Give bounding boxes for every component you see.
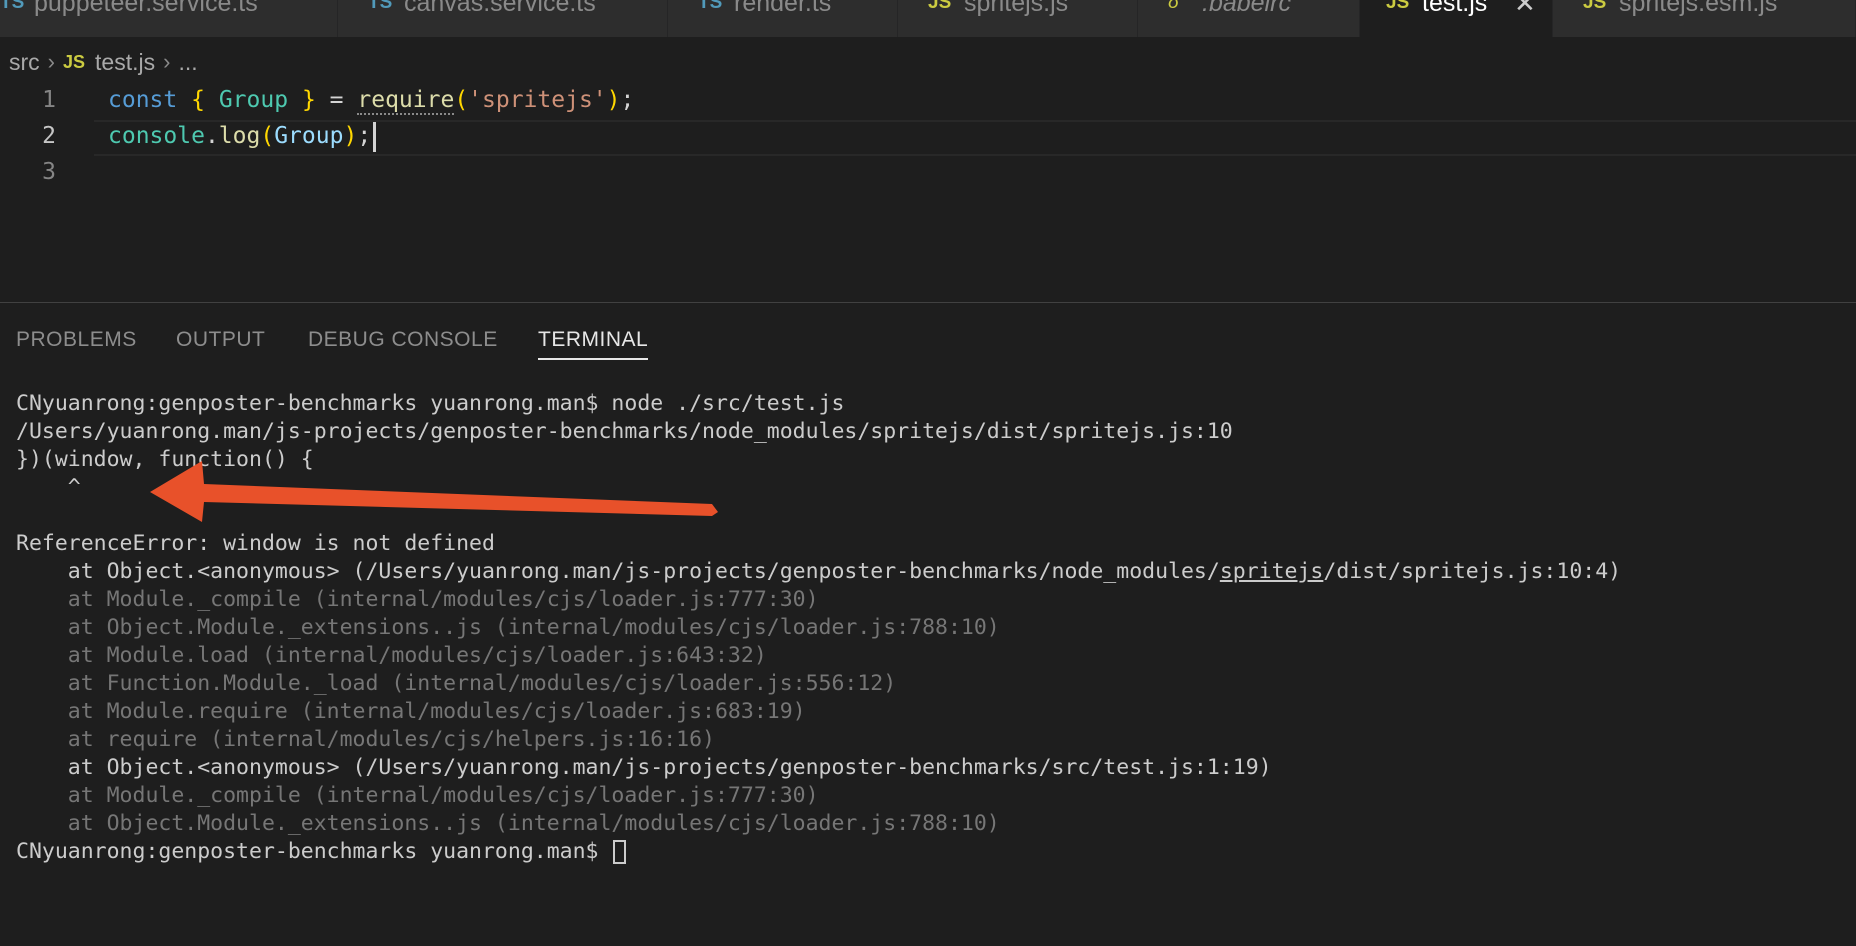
breadcrumb-folder[interactable]: src [9,47,40,77]
stack-frame: at Object.<anonymous> (/Users/yuanrong.m… [16,559,1622,584]
tab-label: puppeteer.service.ts [34,0,258,17]
babel-file-icon: δ [1168,0,1179,13]
code-line[interactable]: 2 console.log(Group); [0,118,1856,154]
tab-debug-console[interactable]: DEBUG CONSOLE [308,322,498,358]
chevron-right-icon: › [163,48,171,74]
code-line[interactable]: 3 [0,154,1856,190]
stack-frame: at Module.load (internal/modules/cjs/loa… [16,643,767,668]
error-message: ReferenceError: window is not defined [16,531,495,556]
typescript-file-icon: TS [368,0,393,13]
code-editor[interactable]: 1 const { Group } = require('spritejs');… [0,82,1856,302]
tab-problems[interactable]: PROBLEMS [16,322,137,358]
breadcrumb: src › JS test.js ›... [9,45,198,75]
stack-frame: at Module._compile (internal/modules/cjs… [16,587,819,612]
text-cursor [373,121,377,152]
editor-tab-bar: TS puppeteer.service.ts TS canvas.servic… [0,0,1856,37]
code-line[interactable]: 1 const { Group } = require('spritejs'); [0,82,1856,118]
tab-label: canvas.service.ts [404,0,596,17]
javascript-file-icon: JS [1386,0,1410,13]
javascript-file-icon: JS [928,0,952,13]
stack-frame: at Object.Module._extensions..js (intern… [16,811,1000,836]
stack-frame-link[interactable]: spritejs [1220,559,1324,584]
breadcrumb-more[interactable]: ... [178,47,197,77]
stack-frame: at Object.Module._extensions..js (intern… [16,615,1000,640]
panel-divider[interactable] [0,302,1856,303]
terminal-line[interactable]: /Users/yuanrong.man/js-projects/genposte… [16,418,1233,446]
tab-render[interactable]: TS render.ts [668,0,898,37]
tab-label: test.js [1422,0,1488,17]
terminal-prompt[interactable]: CNyuanrong:genposter-benchmarks yuanrong… [16,838,627,866]
stack-frame: at require (internal/modules/cjs/helpers… [16,727,715,752]
typescript-file-icon: TS [698,0,723,13]
tab-puppeteer-service[interactable]: TS puppeteer.service.ts [0,0,338,37]
chevron-right-icon: › [47,48,55,74]
tab-spritejs[interactable]: JS spritejs.js [898,0,1138,37]
tab-label: render.ts [734,0,832,17]
terminal-line: })(window, function() { [16,447,314,472]
stack-frame: at Module.require (internal/modules/cjs/… [16,699,806,724]
stack-frame: at Module._compile (internal/modules/cjs… [16,783,819,808]
tab-babelrc[interactable]: δ .babelrc [1138,0,1360,37]
terminal-line: ^ [16,475,81,500]
close-icon[interactable]: ✕ [1514,0,1536,18]
javascript-file-icon: JS [63,51,86,72]
line-number: 3 [42,159,56,185]
tab-label: spritejs.js [964,0,1069,17]
tab-canvas-service[interactable]: TS canvas.service.ts [338,0,668,37]
code-text: const { Group } = require('spritejs'); [108,87,635,115]
terminal-cursor [613,840,627,864]
typescript-file-icon: TS [0,0,25,13]
tab-test-js[interactable]: JS test.js ✕ [1360,0,1553,37]
breadcrumb-file[interactable]: test.js [95,47,155,77]
terminal-line: CNyuanrong:genposter-benchmarks yuanrong… [16,391,845,416]
stack-frame: at Function.Module._load (internal/modul… [16,671,897,696]
tab-output[interactable]: OUTPUT [176,322,265,358]
javascript-file-icon: JS [1583,0,1607,13]
tab-terminal[interactable]: TERMINAL [538,322,649,360]
tab-spritejs-esm[interactable]: JS spritejs.esm.js [1553,0,1856,37]
line-number: 1 [42,87,56,113]
line-number: 2 [42,123,56,149]
stack-frame[interactable]: at Object.<anonymous> (/Users/yuanrong.m… [16,754,1272,782]
tab-label: spritejs.esm.js [1619,0,1778,17]
code-text: console.log(Group); [108,118,377,154]
tab-label: .babelrc [1202,0,1291,17]
terminal-output[interactable]: CNyuanrong:genposter-benchmarks yuanrong… [16,390,1846,864]
